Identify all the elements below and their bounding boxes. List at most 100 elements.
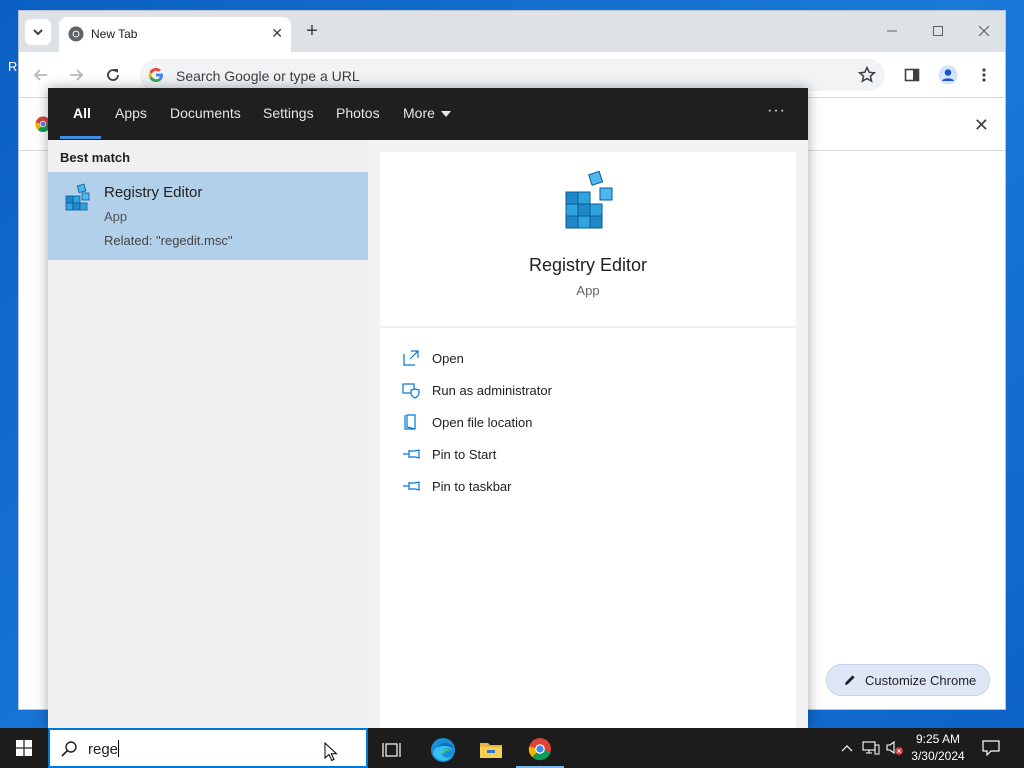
text-caret: [118, 740, 120, 757]
preview-type: App: [576, 283, 600, 298]
back-button[interactable]: [31, 65, 51, 85]
taskbar-search-input[interactable]: rege: [48, 728, 368, 768]
action-center-button[interactable]: [980, 738, 1002, 758]
customize-chrome-label: Customize Chrome: [865, 672, 977, 688]
volume-muted-icon: [886, 740, 903, 755]
filter-tab-documents[interactable]: Documents: [170, 105, 241, 121]
network-icon: [862, 741, 880, 755]
edge-icon: [431, 738, 455, 762]
best-match-type: App: [104, 209, 128, 224]
side-panel-button[interactable]: [902, 65, 922, 85]
taskbar-chrome[interactable]: [516, 732, 564, 768]
task-view-button[interactable]: [368, 732, 416, 768]
side-panel-icon: [904, 68, 920, 82]
results-pane: Best match Registry Editor App Related: …: [48, 140, 368, 728]
search-options-button[interactable]: ···: [767, 102, 786, 120]
preview-title: Registry Editor: [528, 255, 648, 275]
desktop-icon-label: R: [8, 59, 18, 74]
address-bar-placeholder: Search Google or type a URL: [176, 68, 360, 84]
action-run-as-admin[interactable]: Run as administrator: [380, 374, 796, 406]
address-bar[interactable]: Search Google or type a URL: [140, 59, 885, 91]
registry-editor-large-icon: [565, 170, 613, 229]
clock-time: 9:25 AM: [915, 732, 961, 746]
action-list: Open Run as administrator Open file loca…: [380, 342, 796, 502]
close-window-button[interactable]: [973, 21, 995, 41]
preview-pane: Registry Editor App Open Run as administ…: [380, 152, 796, 728]
start-search-panel: All Apps Documents Settings Photos More …: [48, 88, 808, 728]
kebab-menu-icon: [982, 68, 986, 82]
action-open-label: Open: [432, 351, 464, 366]
close-icon: [978, 25, 990, 37]
folder-icon: [480, 743, 502, 758]
action-pin-to-start-label: Pin to Start: [432, 447, 497, 462]
action-pin-to-taskbar-label: Pin to taskbar: [432, 479, 512, 494]
network-button[interactable]: [862, 740, 880, 756]
filter-tab-photos[interactable]: Photos: [336, 105, 380, 121]
start-button[interactable]: [0, 728, 48, 768]
best-match-title: Registry Editor: [104, 184, 203, 201]
new-tab-button[interactable]: +: [301, 20, 323, 42]
pin-icon: [403, 449, 420, 459]
back-arrow-icon: [33, 69, 47, 81]
taskbar-edge[interactable]: [419, 732, 467, 768]
info-bar-close-icon[interactable]: ✕: [974, 115, 989, 136]
search-query-text: rege: [88, 740, 120, 758]
filter-tab-more[interactable]: More: [403, 105, 451, 121]
maximize-icon: [933, 26, 943, 36]
profile-avatar-icon: [938, 65, 958, 85]
customize-chrome-button[interactable]: Customize Chrome: [826, 664, 990, 696]
registry-editor-icon: [65, 183, 90, 211]
action-open[interactable]: Open: [380, 342, 796, 374]
tab-new-tab[interactable]: New Tab ✕: [59, 17, 291, 52]
show-hidden-icons-button[interactable]: [838, 740, 856, 756]
filter-tab-more-label: More: [403, 105, 435, 121]
pin-icon: [403, 481, 420, 491]
clock-date: 3/30/2024: [911, 749, 965, 763]
dropdown-caret-icon: [440, 111, 451, 118]
mouse-pointer-icon: [324, 742, 338, 762]
task-view-icon: [382, 743, 401, 757]
action-open-file-location-label: Open file location: [432, 415, 533, 430]
search-icon: [61, 741, 77, 757]
action-run-as-admin-label: Run as administrator: [432, 383, 552, 398]
forward-arrow-icon: [70, 69, 84, 81]
tab-strip: New Tab ✕ +: [19, 11, 1005, 52]
maximize-button[interactable]: [927, 21, 949, 41]
filter-tab-settings[interactable]: Settings: [263, 105, 314, 121]
system-clock[interactable]: 9:25 AM 3/30/2024: [906, 731, 970, 765]
chrome-menu-button[interactable]: [974, 65, 994, 85]
chrome-favicon-icon: [68, 26, 84, 42]
filter-tab-apps[interactable]: Apps: [115, 105, 147, 121]
chevron-down-icon: [33, 29, 43, 36]
taskbar-file-explorer[interactable]: [467, 732, 515, 768]
open-icon: [403, 350, 419, 366]
pencil-icon: [845, 675, 855, 685]
search-query-value: rege: [88, 741, 119, 758]
best-match-related: Related: "regedit.msc": [104, 233, 233, 248]
forward-button[interactable]: [66, 65, 86, 85]
action-open-file-location[interactable]: Open file location: [380, 406, 796, 438]
windows-logo-icon: [16, 740, 32, 756]
google-icon: [148, 68, 163, 82]
chrome-logo-icon: [528, 738, 551, 761]
reload-button[interactable]: [103, 65, 123, 85]
action-pin-to-start[interactable]: Pin to Start: [380, 438, 796, 470]
tab-title: New Tab: [91, 27, 138, 41]
best-match-result[interactable]: Registry Editor App Related: "regedit.ms…: [48, 172, 368, 260]
active-filter-indicator: [60, 136, 101, 139]
profile-button[interactable]: [938, 65, 958, 85]
app-preview: Registry Editor App: [380, 152, 796, 328]
filter-tab-all[interactable]: All: [73, 105, 91, 121]
best-match-heading: Best match: [60, 150, 131, 165]
volume-button[interactable]: [886, 740, 904, 756]
bookmark-star-icon[interactable]: [857, 65, 877, 85]
tab-close-icon[interactable]: ✕: [271, 25, 283, 42]
minimize-icon: [887, 30, 897, 32]
minimize-button[interactable]: [881, 21, 903, 41]
taskbar: rege 9:25 AM 3/30/2024: [0, 728, 1024, 768]
action-pin-to-taskbar[interactable]: Pin to taskbar: [380, 470, 796, 502]
chevron-up-icon: [841, 745, 853, 752]
tab-search-button[interactable]: [25, 19, 51, 45]
shield-icon: [402, 383, 420, 399]
notification-icon: [982, 740, 1000, 756]
